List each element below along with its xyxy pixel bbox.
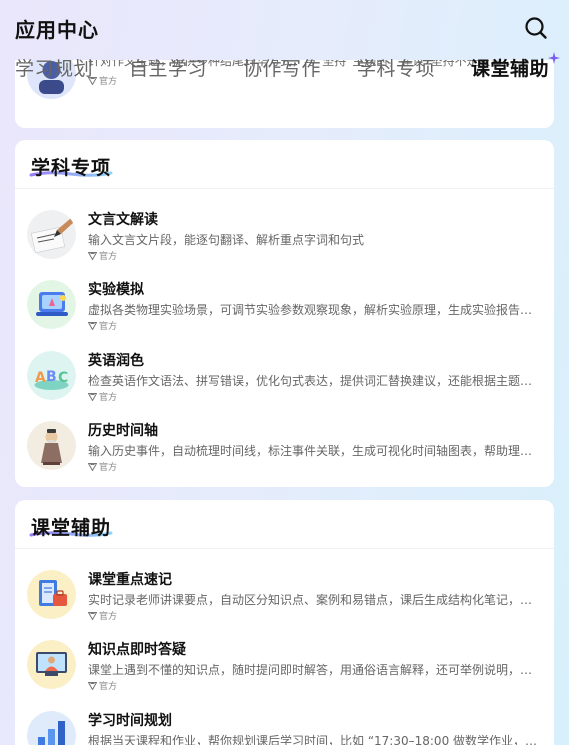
item-description: 输入文言文片段，能逐句翻译、解析重点字词和句式	[88, 233, 365, 247]
search-button[interactable]	[522, 14, 550, 42]
list-item[interactable]: 课堂重点速记 实时记录老师讲课要点，自动区分知识点、案例和易错点，课后生成结构化…	[15, 568, 554, 628]
official-badge-icon	[88, 682, 97, 690]
list-item[interactable]: 文言文解读 输入文言文片段，能逐句翻译、解析重点字词和句式 官方	[15, 208, 554, 268]
item-description: 检查英语作文语法、拼写错误，优化句式表达，提供词汇替换建议，还能根据主题…	[88, 374, 533, 388]
item-title: 实验模拟	[88, 282, 144, 298]
section-header: 学科专项	[15, 140, 554, 189]
list-item[interactable]: 实验模拟 虚拟各类物理实验场景，可调节实验参数观察现象，解析实验原理，生成实验报…	[15, 278, 554, 338]
official-tag: 官方	[88, 249, 117, 262]
item-title: 课堂重点速记	[88, 572, 172, 588]
official-tag: 官方	[88, 319, 117, 332]
search-icon	[525, 17, 547, 39]
section-subject-special: 学科专项 文言文解读 输入文言文片段，能逐句翻译、解析重点字词和句式 官方 实验…	[15, 140, 554, 487]
official-tag: 官方	[88, 679, 117, 692]
list-item[interactable]: 知识点即时答疑 课堂上遇到不懂的知识点，随时提问即时解答，用通俗语言解释，还可举…	[15, 638, 554, 698]
confucius-figure-icon	[27, 421, 76, 470]
category-tabs: 学习规划 自主学习 协作写作 学科专项 课堂辅助	[0, 54, 569, 86]
page-title: 应用中心	[15, 18, 99, 42]
list-item[interactable]: A B C 英语润色 检查英语作文语法、拼写错误，优化句式表达，提供词汇替换建议…	[15, 349, 554, 409]
abc-letters-icon: A B C	[27, 351, 76, 400]
item-title: 文言文解读	[88, 212, 158, 228]
tab-study-planning[interactable]: 学习规划	[15, 54, 93, 81]
section-header: 课堂辅助	[15, 500, 554, 549]
svg-text:C: C	[58, 370, 68, 386]
official-tag: 官方	[88, 609, 117, 622]
tab-subject-special[interactable]: 学科专项	[357, 54, 435, 81]
official-tag: 官方	[88, 390, 117, 403]
official-badge-icon	[88, 252, 97, 260]
official-tag-label: 官方	[99, 682, 118, 692]
official-badge-icon	[88, 612, 97, 620]
official-badge-icon	[88, 322, 97, 330]
tab-self-study[interactable]: 自主学习	[129, 54, 207, 81]
sparkle-icon	[548, 52, 560, 64]
official-tag-label: 官方	[99, 612, 118, 622]
calligraphy-writing-icon	[27, 210, 76, 259]
svg-text:B: B	[46, 369, 57, 385]
item-title: 英语润色	[88, 353, 144, 369]
bar-growth-icon	[27, 711, 76, 745]
item-description: 输入历史事件，自动梳理时间线，标注事件关联，生成可视化时间轴图表，帮助理…	[88, 444, 533, 458]
item-title: 知识点即时答疑	[88, 642, 186, 658]
official-tag-label: 官方	[99, 252, 118, 262]
item-description: 实时记录老师讲课要点，自动区分知识点、案例和易错点，课后生成结构化笔记，…	[88, 593, 533, 607]
item-title: 历史时间轴	[88, 423, 158, 439]
official-tag: 官方	[88, 460, 117, 473]
tab-classroom-assist[interactable]: 课堂辅助	[471, 54, 549, 81]
list-item[interactable]: 历史时间轴 输入历史事件，自动梳理时间线，标注事件关联，生成可视化时间轴图表，帮…	[15, 419, 554, 479]
item-description: 虚拟各类物理实验场景，可调节实验参数观察现象，解析实验原理，生成实验报告…	[88, 303, 533, 317]
top-bar: 应用中心	[0, 0, 569, 56]
svg-text:A: A	[35, 370, 46, 386]
item-title: 学习时间规划	[88, 713, 172, 729]
section-title: 学科专项	[31, 157, 112, 179]
section-title: 课堂辅助	[31, 517, 112, 539]
list-item[interactable]: 学习时间规划 根据当天课程和作业，帮你规划课后学习时间，比如 “17:30–18…	[15, 709, 554, 745]
item-description: 根据当天课程和作业，帮你规划课后学习时间，比如 “17:30–18:00 做数学…	[88, 734, 538, 745]
official-badge-icon	[88, 463, 97, 471]
notebook-briefcase-icon	[27, 570, 76, 619]
item-description: 课堂上遇到不懂的知识点，随时提问即时解答，用通俗语言解释，还可举例说明，…	[88, 663, 533, 677]
official-badge-icon	[88, 393, 97, 401]
section-classroom-assist: 课堂辅助 课堂重点速记 实时记录老师讲课要点，自动区分知识点、案例和易错点，课后…	[15, 500, 554, 745]
official-tag-label: 官方	[99, 463, 118, 473]
online-teacher-icon	[27, 640, 76, 689]
official-tag-label: 官方	[99, 322, 118, 332]
lab-experiment-icon	[27, 280, 76, 329]
official-tag-label: 官方	[99, 393, 118, 403]
tab-collab-writing[interactable]: 协作写作	[243, 54, 321, 81]
